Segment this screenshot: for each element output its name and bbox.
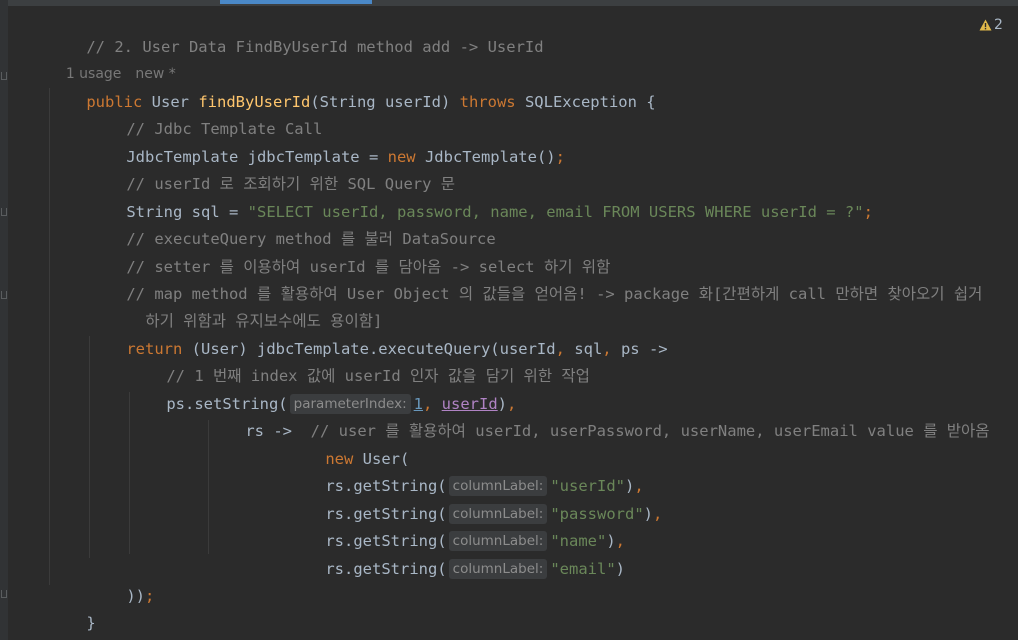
method-params: (String userId) <box>310 93 460 111</box>
semicolon: ; <box>145 587 155 605</box>
lambda-ps: ps -> <box>611 340 668 358</box>
code-line-12[interactable]: // 1 번째 index 값에 userId 인자 값을 담기 위한 작업 <box>129 336 590 385</box>
close-parens: )) <box>126 587 145 605</box>
code-line-9[interactable]: // map method 를 활용하여 User Object 의 값들을 얻… <box>89 254 982 303</box>
code-editor[interactable]: 2 // 2. User Data FindByUserId method ad… <box>0 0 1018 640</box>
warning-count: 2 <box>994 17 1003 33</box>
comma: , <box>653 505 663 523</box>
fold-marker-comment[interactable] <box>1 208 7 216</box>
code-line-19[interactable]: rs.getString(columnLabel: "email") <box>288 529 625 579</box>
comma: , <box>602 340 612 358</box>
exception-type: SQLException { <box>515 93 656 111</box>
semicolon: ; <box>863 203 873 221</box>
column-string: "email" <box>550 560 616 578</box>
editor-gutter <box>0 0 8 640</box>
close-paren: ) <box>643 505 653 523</box>
code-line-5[interactable]: // userId 로 조회하기 위한 SQL Query 문 <box>89 144 455 193</box>
code-line-17[interactable]: rs.getString(columnLabel: "password"), <box>288 474 662 524</box>
get-string-call: rs.getString( <box>325 560 447 578</box>
fold-marker-method[interactable] <box>1 72 7 80</box>
code-line-18[interactable]: rs.getString(columnLabel: "name"), <box>288 501 625 551</box>
close-paren: ) <box>615 560 625 578</box>
warning-indicator[interactable]: 2 <box>979 17 1003 33</box>
parameter-hint: columnLabel: <box>448 559 548 579</box>
method-close-brace: } <box>86 614 96 632</box>
semicolon: ; <box>555 148 565 166</box>
active-tab-indicator[interactable] <box>220 0 372 4</box>
code-line-1[interactable]: // 2. User Data FindByUserId method add … <box>49 7 543 56</box>
code-line-13[interactable]: ps.setString(parameterIndex: 1, userId), <box>129 364 516 414</box>
warning-icon <box>979 19 992 31</box>
keyword-throws: throws <box>459 93 516 111</box>
code-line-22[interactable]: } <box>9 611 56 638</box>
code-line-8[interactable]: // setter 를 이용하여 userId 를 담아옴 -> select … <box>89 227 610 276</box>
code-line-2[interactable]: public User findByUserId(String userId) … <box>49 62 655 111</box>
tab-strip-edge <box>0 0 1018 6</box>
code-line-4[interactable]: JdbcTemplate jdbcTemplate = new JdbcTemp… <box>89 117 565 166</box>
code-line-7[interactable]: // executeQuery method 를 불러 DataSource <box>89 199 495 248</box>
usage-inlay[interactable]: 1 usage new * <box>48 34 190 82</box>
fold-marker-class-end[interactable] <box>1 590 7 598</box>
code-line-21[interactable]: } <box>49 583 95 632</box>
comment: // user 를 활용하여 userId, userPassword, use… <box>310 422 990 440</box>
code-line-16[interactable]: rs.getString(columnLabel: "userId"), <box>288 446 644 496</box>
code-line-11[interactable]: return (User) jdbcTemplate.executeQuery(… <box>89 309 667 358</box>
code-line-14[interactable]: rs -> // user 를 활용하여 userId, userPasswor… <box>208 391 989 440</box>
code-line-6[interactable]: String sql = "SELECT userId, password, n… <box>89 172 873 221</box>
indent-guide <box>49 88 50 585</box>
code-line-10[interactable]: 하기 위함과 유지보수에도 용이함] <box>108 281 382 330</box>
code-line-3[interactable]: // Jdbc Template Call <box>89 89 322 138</box>
code-line-20[interactable]: )); <box>89 556 154 605</box>
fold-marker-comment-end[interactable] <box>1 291 7 299</box>
code-line-15[interactable]: new User( <box>288 419 409 468</box>
